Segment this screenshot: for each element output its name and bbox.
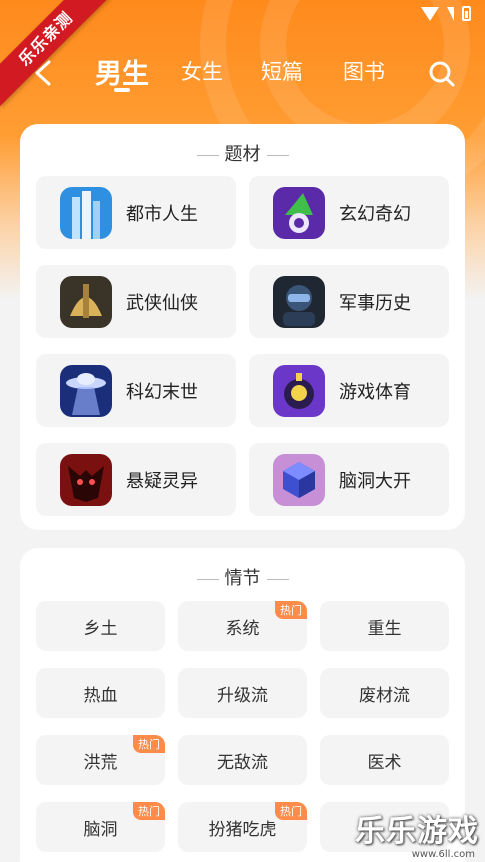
plot-tag[interactable]: 无敌流 <box>178 735 307 785</box>
plot-tag-label: 升级流 <box>217 685 268 706</box>
plot-tag[interactable]: 热血 <box>36 668 165 718</box>
top-navigation: 男生 女生 短篇 图书 <box>0 48 485 98</box>
plot-tag-label: 无敌流 <box>217 752 268 773</box>
genre-label: 武侠仙侠 <box>126 292 198 314</box>
cube-icon <box>273 453 325 506</box>
tab-female[interactable]: 女生 <box>181 56 223 86</box>
genre-imagination[interactable]: 脑洞大开 <box>249 443 449 516</box>
plot-section-title: 情节 <box>20 564 465 590</box>
plot-tag[interactable]: 脑洞 热门 <box>36 802 165 852</box>
theme-card: 题材 都市人生 玄幻奇幻 武侠仙侠 军事历史 科幻末世 游戏体育 悬疑灵异 脑洞… <box>20 124 465 530</box>
wifi-icon <box>421 6 439 21</box>
watermark-url: www.6ll.com <box>411 849 475 860</box>
hot-badge: 热门 <box>275 601 307 619</box>
plot-tag-label: 热血 <box>83 685 118 706</box>
plot-tag[interactable]: 废材流 <box>320 668 449 718</box>
city-buildings-icon <box>60 186 112 239</box>
plot-tag[interactable]: 升级流 <box>178 668 307 718</box>
hot-badge: 热门 <box>133 802 165 820</box>
genre-label: 都市人生 <box>126 203 198 225</box>
plot-tag-label: 乡土 <box>83 618 118 639</box>
genre-fantasy[interactable]: 玄幻奇幻 <box>249 176 449 249</box>
plot-tag[interactable]: 扮猪吃虎 热门 <box>178 802 307 852</box>
soldier-icon <box>273 275 325 328</box>
genre-scifi[interactable]: 科幻末世 <box>36 354 236 427</box>
plot-tag[interactable]: 乡土 <box>36 601 165 651</box>
genre-label: 悬疑灵异 <box>126 470 198 492</box>
plot-tag-label: 系统 <box>225 618 260 639</box>
search-icon <box>429 61 455 87</box>
theme-section-title: 题材 <box>20 140 465 166</box>
tab-books[interactable]: 图书 <box>343 56 385 86</box>
genre-label: 脑洞大开 <box>339 470 411 492</box>
plot-tag-label: 洪荒 <box>83 752 118 773</box>
plot-tag[interactable]: 系统 热门 <box>178 601 307 651</box>
genre-mystery[interactable]: 悬疑灵异 <box>36 443 236 516</box>
signal-icon <box>447 6 454 21</box>
demon-mask-icon <box>60 453 112 506</box>
plot-tag-label: 医术 <box>367 752 402 773</box>
plot-tag-label: 扮猪吃虎 <box>208 819 277 840</box>
search-button[interactable] <box>428 60 456 88</box>
active-tab-indicator <box>114 88 130 92</box>
back-arrow-icon <box>35 60 51 86</box>
wizard-hat-icon <box>273 186 325 239</box>
bomb-skull-icon <box>273 364 325 417</box>
genre-games-sports[interactable]: 游戏体育 <box>249 354 449 427</box>
plot-tag-label: 脑洞 <box>83 819 118 840</box>
genre-military[interactable]: 军事历史 <box>249 265 449 338</box>
plot-tag[interactable]: 洪荒 热门 <box>36 735 165 785</box>
plot-tag-label: 废材流 <box>359 685 410 706</box>
tab-short[interactable]: 短篇 <box>261 56 303 86</box>
plot-tag[interactable]: 重生 <box>320 601 449 651</box>
genre-label: 游戏体育 <box>339 381 411 403</box>
genre-urban[interactable]: 都市人生 <box>36 176 236 249</box>
watermark-logo: 乐乐游戏 <box>355 814 479 849</box>
hot-badge: 热门 <box>275 802 307 820</box>
hot-badge: 热门 <box>133 735 165 753</box>
genre-label: 科幻末世 <box>126 381 198 403</box>
back-button[interactable] <box>28 58 58 88</box>
genre-label: 玄幻奇幻 <box>339 203 411 225</box>
warrior-helmet-icon <box>60 275 112 328</box>
tab-male[interactable]: 男生 <box>95 52 149 91</box>
genre-label: 军事历史 <box>339 292 411 314</box>
plot-tag-label: 重生 <box>367 618 402 639</box>
battery-icon <box>462 6 471 21</box>
plot-tag[interactable]: 医术 <box>320 735 449 785</box>
status-bar <box>421 6 471 21</box>
ufo-icon <box>60 364 112 417</box>
genre-wuxia[interactable]: 武侠仙侠 <box>36 265 236 338</box>
